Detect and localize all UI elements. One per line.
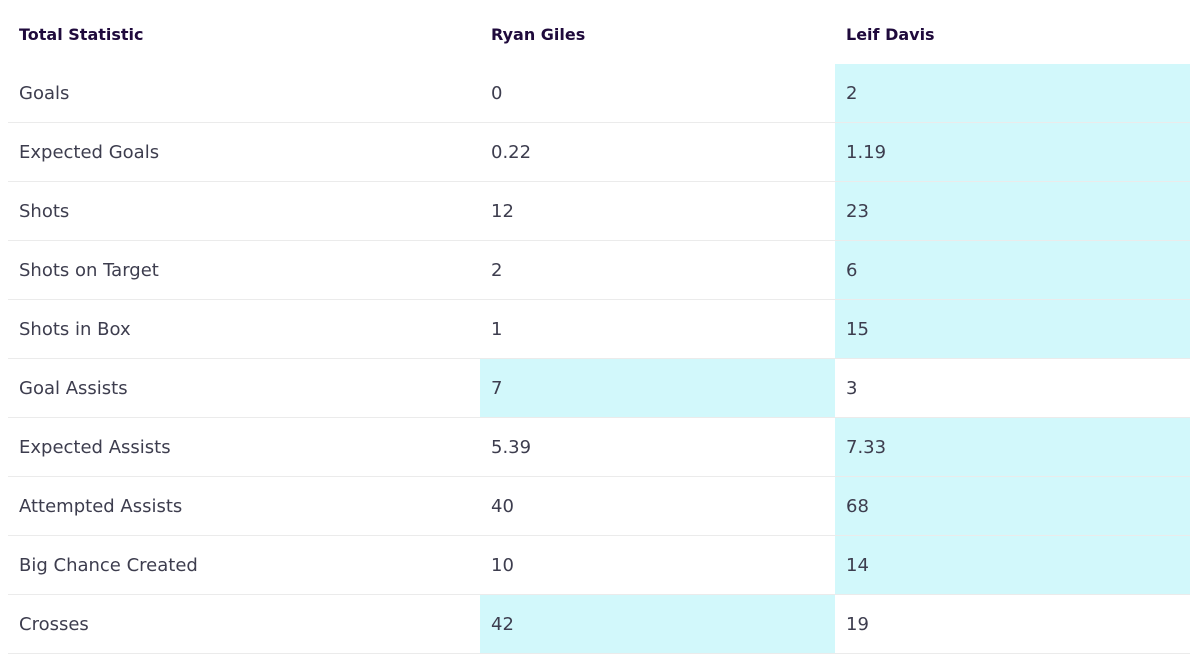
stat-name: Big Chance Created xyxy=(19,554,198,576)
table-row: Crosses 42 19 xyxy=(8,595,1190,654)
stat-name: Attempted Assists xyxy=(19,495,183,517)
player1-value: 42 xyxy=(480,595,835,653)
player2-value: 23 xyxy=(835,182,1190,240)
player1-value: 12 xyxy=(491,200,514,222)
comparison-table: Total Statistic Ryan Giles Leif Davis Go… xyxy=(8,0,1190,654)
player1-value: 10 xyxy=(491,554,514,576)
table-row: Shots in Box 1 15 xyxy=(8,300,1190,359)
table-row: Expected Goals 0.22 1.19 xyxy=(8,123,1190,182)
stat-name: Goal Assists xyxy=(19,377,128,399)
stat-name: Expected Assists xyxy=(19,436,171,458)
table-row: Goals 0 2 xyxy=(8,64,1190,123)
stat-name: Crosses xyxy=(19,613,89,635)
player2-value: 68 xyxy=(835,477,1190,535)
player2-value: 7.33 xyxy=(835,418,1190,476)
player2-value: 15 xyxy=(835,300,1190,358)
header-total-statistic: Total Statistic xyxy=(19,25,144,44)
table-body: Goals 0 2 Expected Goals 0.22 1.19 Shots 12 23 Sh… xyxy=(8,64,1190,654)
stat-name: Shots xyxy=(19,200,70,222)
player1-value: 2 xyxy=(491,259,503,281)
stat-name: Shots in Box xyxy=(19,318,131,340)
player1-value: 5.39 xyxy=(491,436,532,458)
player2-value: 2 xyxy=(835,64,1190,122)
table-row: Big Chance Created 10 14 xyxy=(8,536,1190,595)
player1-value: 7 xyxy=(480,359,835,417)
player1-value: 0.22 xyxy=(491,141,532,163)
stat-name: Expected Goals xyxy=(19,141,160,163)
player2-value: 6 xyxy=(835,241,1190,299)
player2-value: 14 xyxy=(835,536,1190,594)
player1-value: 1 xyxy=(491,318,503,340)
table-row: Shots 12 23 xyxy=(8,182,1190,241)
player1-value: 40 xyxy=(491,495,514,517)
header-player-leif-davis: Leif Davis xyxy=(846,25,935,44)
table-header-row: Total Statistic Ryan Giles Leif Davis xyxy=(8,0,1190,64)
player2-value: 1.19 xyxy=(835,123,1190,181)
stat-name: Goals xyxy=(19,82,70,104)
player2-value: 3 xyxy=(846,377,858,399)
table-row: Attempted Assists 40 68 xyxy=(8,477,1190,536)
header-player-ryan-giles: Ryan Giles xyxy=(491,25,586,44)
player2-value: 19 xyxy=(846,613,869,635)
table-row: Expected Assists 5.39 7.33 xyxy=(8,418,1190,477)
player1-value: 0 xyxy=(491,82,503,104)
table-row: Shots on Target 2 6 xyxy=(8,241,1190,300)
table-row: Goal Assists 7 3 xyxy=(8,359,1190,418)
stat-name: Shots on Target xyxy=(19,259,159,281)
